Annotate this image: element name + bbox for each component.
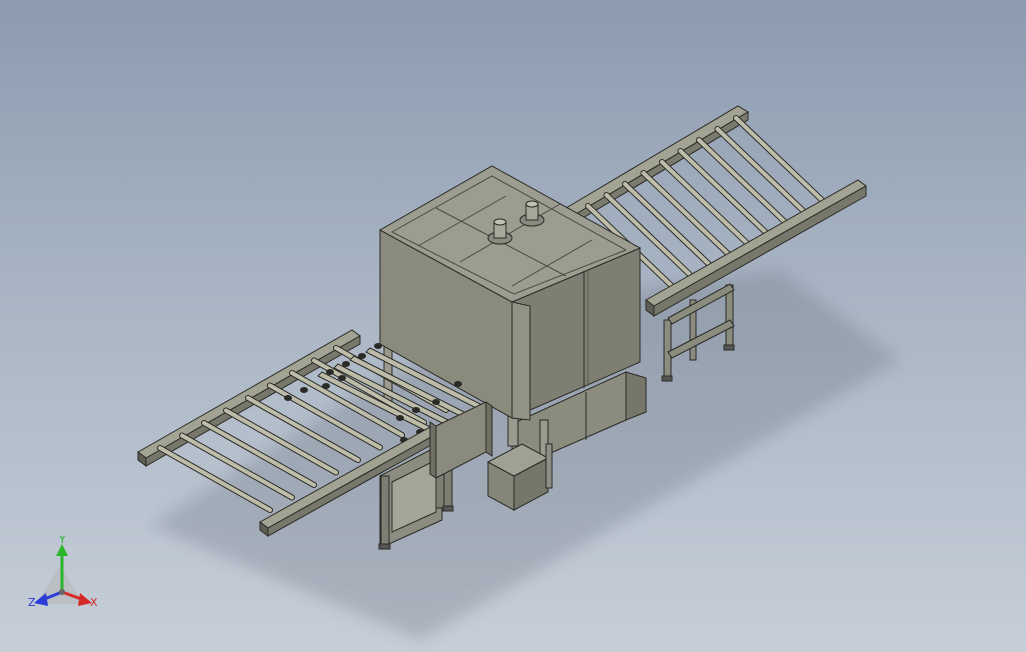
adjustment-knob: [358, 353, 366, 359]
adjustment-knob: [342, 361, 350, 367]
model-scene[interactable]: [0, 0, 1026, 652]
adjustment-knob: [300, 387, 308, 393]
adjustment-knob: [412, 407, 420, 413]
adjustment-knob: [326, 369, 334, 375]
orientation-triad[interactable]: Y X Z: [22, 536, 108, 618]
z-axis-arrow: [34, 593, 48, 606]
adjustment-knob: [374, 343, 382, 349]
adjustment-knob: [454, 381, 462, 387]
x-axis-label: X: [90, 596, 98, 609]
adjustment-knob: [396, 415, 404, 421]
z-axis-label: Z: [28, 596, 36, 609]
triad-origin: [59, 589, 65, 595]
cad-viewport[interactable]: Y X Z: [0, 0, 1026, 652]
adjustment-knob: [284, 395, 292, 401]
adjustment-knob: [432, 399, 440, 405]
y-axis-label: Y: [58, 536, 66, 546]
adjustment-knob: [322, 383, 330, 389]
adjustment-knob: [338, 375, 346, 381]
